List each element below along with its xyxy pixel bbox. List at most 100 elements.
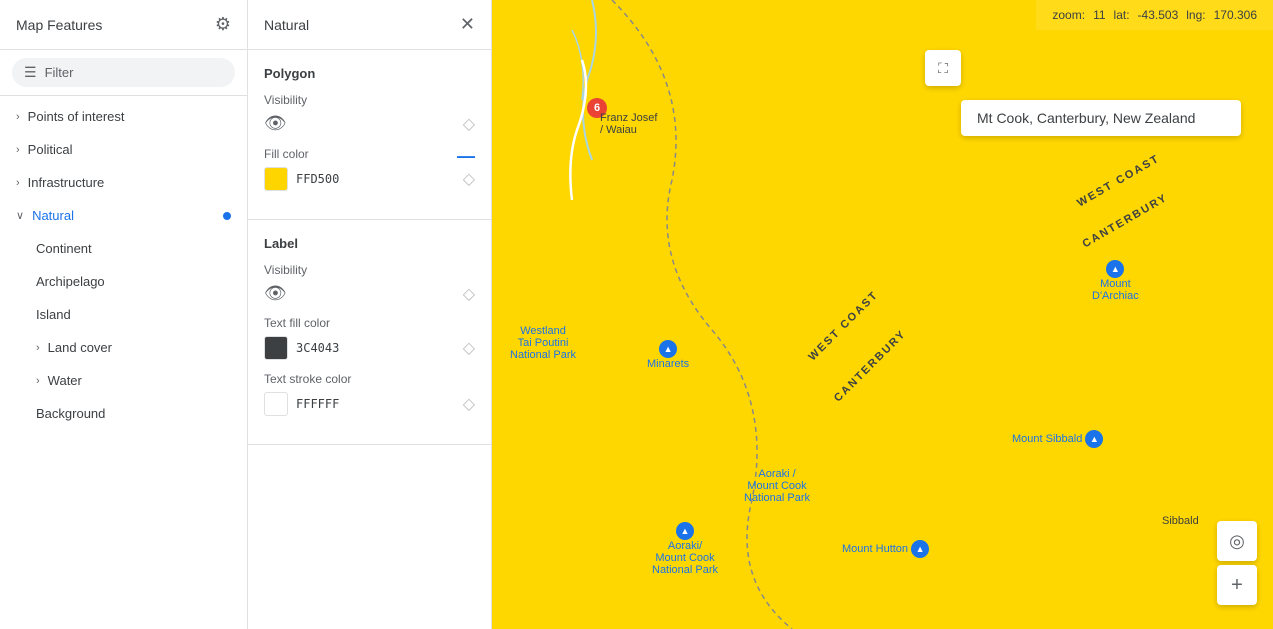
text-fill-color-field: Text fill color 3C4043 ◇ xyxy=(264,316,475,360)
map-boundary-svg xyxy=(492,0,1273,629)
westland-label: Westland Tai Poutini National Park xyxy=(510,325,576,361)
map-controls: ◎ + xyxy=(1217,521,1257,605)
text-fill-color-swatch-row[interactable]: 3C4043 xyxy=(264,336,339,360)
lng-label: lng: xyxy=(1186,8,1205,22)
fill-color-swatch xyxy=(264,167,288,191)
sidebar-item-land-cover[interactable]: › Land cover xyxy=(0,331,247,364)
polygon-section-title: Polygon xyxy=(264,66,475,81)
active-dot xyxy=(223,212,231,220)
west-coast-label-2: WEST COAST xyxy=(806,289,880,363)
lat-label: lat: xyxy=(1114,8,1130,22)
location-icon: ◎ xyxy=(1229,531,1245,552)
minus-button[interactable]: — xyxy=(457,146,475,167)
location-button[interactable]: ◎ xyxy=(1217,521,1257,561)
aoraki-label-1: Aoraki / Mount Cook National Park xyxy=(744,468,810,504)
expand-button[interactable]: ⛶ xyxy=(925,50,961,86)
text-stroke-color-swatch xyxy=(264,392,288,416)
sidebar-item-label: Island xyxy=(36,307,71,322)
settings-icon[interactable]: ⚙ xyxy=(215,14,231,35)
chevron-right-icon: › xyxy=(16,144,20,156)
visibility-field: Visibility 👁 ◇ xyxy=(264,93,475,134)
lat-value: -43.503 xyxy=(1138,8,1179,22)
fill-color-row: Fill color — xyxy=(264,146,475,167)
sidebar-item-infrastructure[interactable]: › Infrastructure xyxy=(0,166,247,199)
label-section: Label Visibility 👁 ◇ Text fill color 3C4… xyxy=(248,220,491,445)
sidebar-item-background[interactable]: Background xyxy=(0,397,247,430)
fill-color-field: Fill color — FFD500 ◇ xyxy=(264,146,475,191)
zoom-in-button[interactable]: + xyxy=(1217,565,1257,605)
fill-color-label: Fill color xyxy=(264,147,309,161)
sidebar-item-label: Points of interest xyxy=(28,109,125,124)
chevron-right-icon: › xyxy=(16,177,20,189)
text-stroke-color-swatch-row[interactable]: FFFFFF xyxy=(264,392,339,416)
panel-header: Natural ✕ xyxy=(248,0,491,50)
sidebar-item-island[interactable]: Island xyxy=(0,298,247,331)
visibility-value-row: 👁 ◇ xyxy=(264,113,475,134)
sidebar-item-label: Water xyxy=(48,373,82,388)
fill-color-value-row: FFD500 ◇ xyxy=(264,167,475,191)
sidebar-item-label: Continent xyxy=(36,241,92,256)
mount-sibbald-label: Mount Sibbald ▲ xyxy=(1012,430,1103,448)
diamond-icon[interactable]: ◇ xyxy=(463,394,475,414)
text-fill-color-swatch xyxy=(264,336,288,360)
sidebar-item-archipelago[interactable]: Archipelago xyxy=(0,265,247,298)
eye-icon[interactable]: 👁 xyxy=(264,283,287,304)
sidebar-item-label: Archipelago xyxy=(36,274,105,289)
diamond-icon[interactable]: ◇ xyxy=(463,114,475,134)
sidebar-header: Map Features ⚙ xyxy=(0,0,247,50)
text-fill-color-code: 3C4043 xyxy=(296,341,339,355)
sidebar-item-natural[interactable]: ∨ Natural xyxy=(0,199,247,232)
filter-row[interactable]: ☰ Filter xyxy=(12,58,235,87)
zoom-value: 11 xyxy=(1093,8,1105,22)
sidebar-item-label: Background xyxy=(36,406,105,421)
chevron-right-icon: › xyxy=(36,342,40,354)
eye-icon[interactable]: 👁 xyxy=(264,113,287,134)
filter-label: Filter xyxy=(45,65,74,80)
mountain-icon: ▲ xyxy=(659,340,677,358)
close-button[interactable]: ✕ xyxy=(460,14,475,35)
map-top-bar: zoom: 11 lat: -43.503 lng: 170.306 xyxy=(1036,0,1273,30)
search-text: Mt Cook, Canterbury, New Zealand xyxy=(977,110,1195,126)
panel-title: Natural xyxy=(264,17,309,33)
fill-color-swatch-row[interactable]: FFD500 xyxy=(264,167,339,191)
sidebar-item-label: Infrastructure xyxy=(28,175,105,190)
sidebar-item-label: Land cover xyxy=(48,340,112,355)
text-fill-color-label: Text fill color xyxy=(264,316,475,330)
middle-panel: Natural ✕ Polygon Visibility 👁 ◇ Fill co… xyxy=(248,0,492,629)
sidebar: Map Features ⚙ ☰ Filter › Points of inte… xyxy=(0,0,248,629)
label-visibility-value-row: 👁 ◇ xyxy=(264,283,475,304)
expand-icon: ⛶ xyxy=(938,60,948,77)
sidebar-item-political[interactable]: › Political xyxy=(0,133,247,166)
sidebar-item-points-of-interest[interactable]: › Points of interest xyxy=(0,100,247,133)
mountain-icon: ▲ xyxy=(911,540,929,558)
franz-josef-label: Franz Josef / Waiau xyxy=(600,112,657,136)
label-visibility-label: Visibility xyxy=(264,263,475,277)
aoraki-label-2: ▲ Aoraki/ Mount Cook National Park xyxy=(652,522,718,576)
sidebar-list: › Points of interest › Political › Infra… xyxy=(0,96,247,629)
filter-icon: ☰ xyxy=(24,64,37,81)
mountain-icon: ▲ xyxy=(1106,260,1124,278)
diamond-icon[interactable]: ◇ xyxy=(463,169,475,189)
plus-icon: + xyxy=(1231,574,1243,597)
mount-hutton-label: Mount Hutton ▲ xyxy=(842,540,929,558)
sidebar-title: Map Features xyxy=(16,17,102,33)
lng-value: 170.306 xyxy=(1214,8,1257,22)
sibbald-label: Sibbald xyxy=(1162,515,1199,527)
text-stroke-color-label: Text stroke color xyxy=(264,372,475,386)
visibility-label: Visibility xyxy=(264,93,475,107)
label-visibility-field: Visibility 👁 ◇ xyxy=(264,263,475,304)
text-stroke-color-code: FFFFFF xyxy=(296,397,339,411)
sidebar-item-continent[interactable]: Continent xyxy=(0,232,247,265)
mountain-icon: ▲ xyxy=(1085,430,1103,448)
fill-color-code: FFD500 xyxy=(296,172,339,186)
text-stroke-color-value-row: FFFFFF ◇ xyxy=(264,392,475,416)
diamond-icon[interactable]: ◇ xyxy=(463,284,475,304)
sidebar-item-water[interactable]: › Water xyxy=(0,364,247,397)
text-fill-color-value-row: 3C4043 ◇ xyxy=(264,336,475,360)
minarets-label: ▲ Minarets xyxy=(647,340,689,370)
canterbury-label-2: CANTERBURY xyxy=(832,328,909,405)
chevron-down-icon: ∨ xyxy=(16,209,24,222)
map-search-box: Mt Cook, Canterbury, New Zealand xyxy=(961,100,1241,136)
diamond-icon[interactable]: ◇ xyxy=(463,338,475,358)
text-stroke-color-field: Text stroke color FFFFFF ◇ xyxy=(264,372,475,416)
